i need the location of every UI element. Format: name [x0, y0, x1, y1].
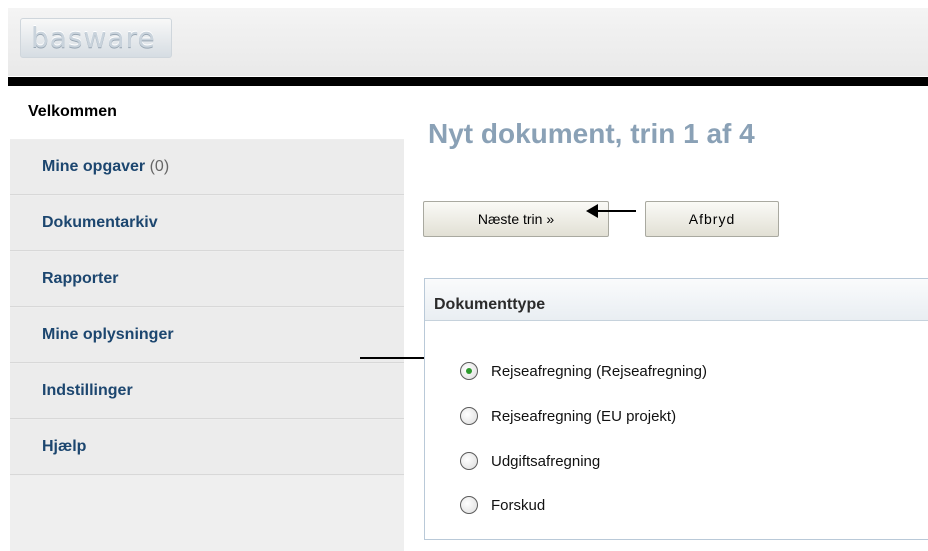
radio-option-udgiftsafregning[interactable]: Udgiftsafregning — [460, 449, 600, 473]
sidebar-item-mine-oplysninger[interactable]: Mine oplysninger — [10, 308, 404, 363]
page-title: Nyt dokument, trin 1 af 4 — [428, 118, 755, 149]
radio-unselected-icon[interactable] — [460, 496, 478, 514]
annotation-arrow-left-icon — [586, 204, 636, 218]
sidebar-filler — [10, 476, 404, 551]
annotation-arrow-right-icon — [360, 351, 438, 365]
sidebar-item-dokumentarkiv[interactable]: Dokumentarkiv — [10, 196, 404, 251]
next-step-button[interactable]: Næste trin » — [423, 201, 609, 237]
basware-logo[interactable]: basware — [20, 18, 172, 58]
radio-selected-icon[interactable] — [460, 362, 478, 380]
document-type-panel: Dokumenttype Rejseafregning (Rejseafregn… — [424, 278, 928, 540]
radio-unselected-icon[interactable] — [460, 452, 478, 470]
header-divider — [8, 77, 928, 86]
cancel-button[interactable]: Afbryd — [645, 201, 779, 237]
radio-label: Rejseafregning (Rejseafregning) — [491, 362, 707, 380]
panel-title: Dokumenttype — [425, 279, 928, 321]
top-header: basware — [8, 8, 928, 76]
radio-label: Forskud — [491, 496, 546, 514]
radio-label: Udgiftsafregning — [491, 452, 601, 470]
sidebar-item-velkommen[interactable]: Velkommen — [10, 86, 404, 139]
sidebar-item-indstillinger[interactable]: Indstillinger — [10, 364, 404, 419]
sidebar: Velkommen Mine opgaver (0) Dokumentarkiv… — [10, 86, 404, 551]
radio-label: Rejseafregning (EU projekt) — [491, 407, 677, 425]
sidebar-item-mine-opgaver[interactable]: Mine opgaver (0) — [10, 140, 404, 195]
task-count-badge: (0) — [149, 158, 170, 175]
radio-option-rejseafregning-eu[interactable]: Rejseafregning (EU projekt) — [460, 404, 676, 428]
sidebar-item-rapporter[interactable]: Rapporter — [10, 252, 404, 307]
radio-option-forskud[interactable]: Forskud — [460, 493, 545, 517]
radio-option-rejseafregning[interactable]: Rejseafregning (Rejseafregning) — [460, 359, 707, 383]
sidebar-item-hjaelp[interactable]: Hjælp — [10, 420, 404, 475]
sidebar-item-label: Mine opgaver — [42, 158, 146, 175]
radio-unselected-icon[interactable] — [460, 407, 478, 425]
